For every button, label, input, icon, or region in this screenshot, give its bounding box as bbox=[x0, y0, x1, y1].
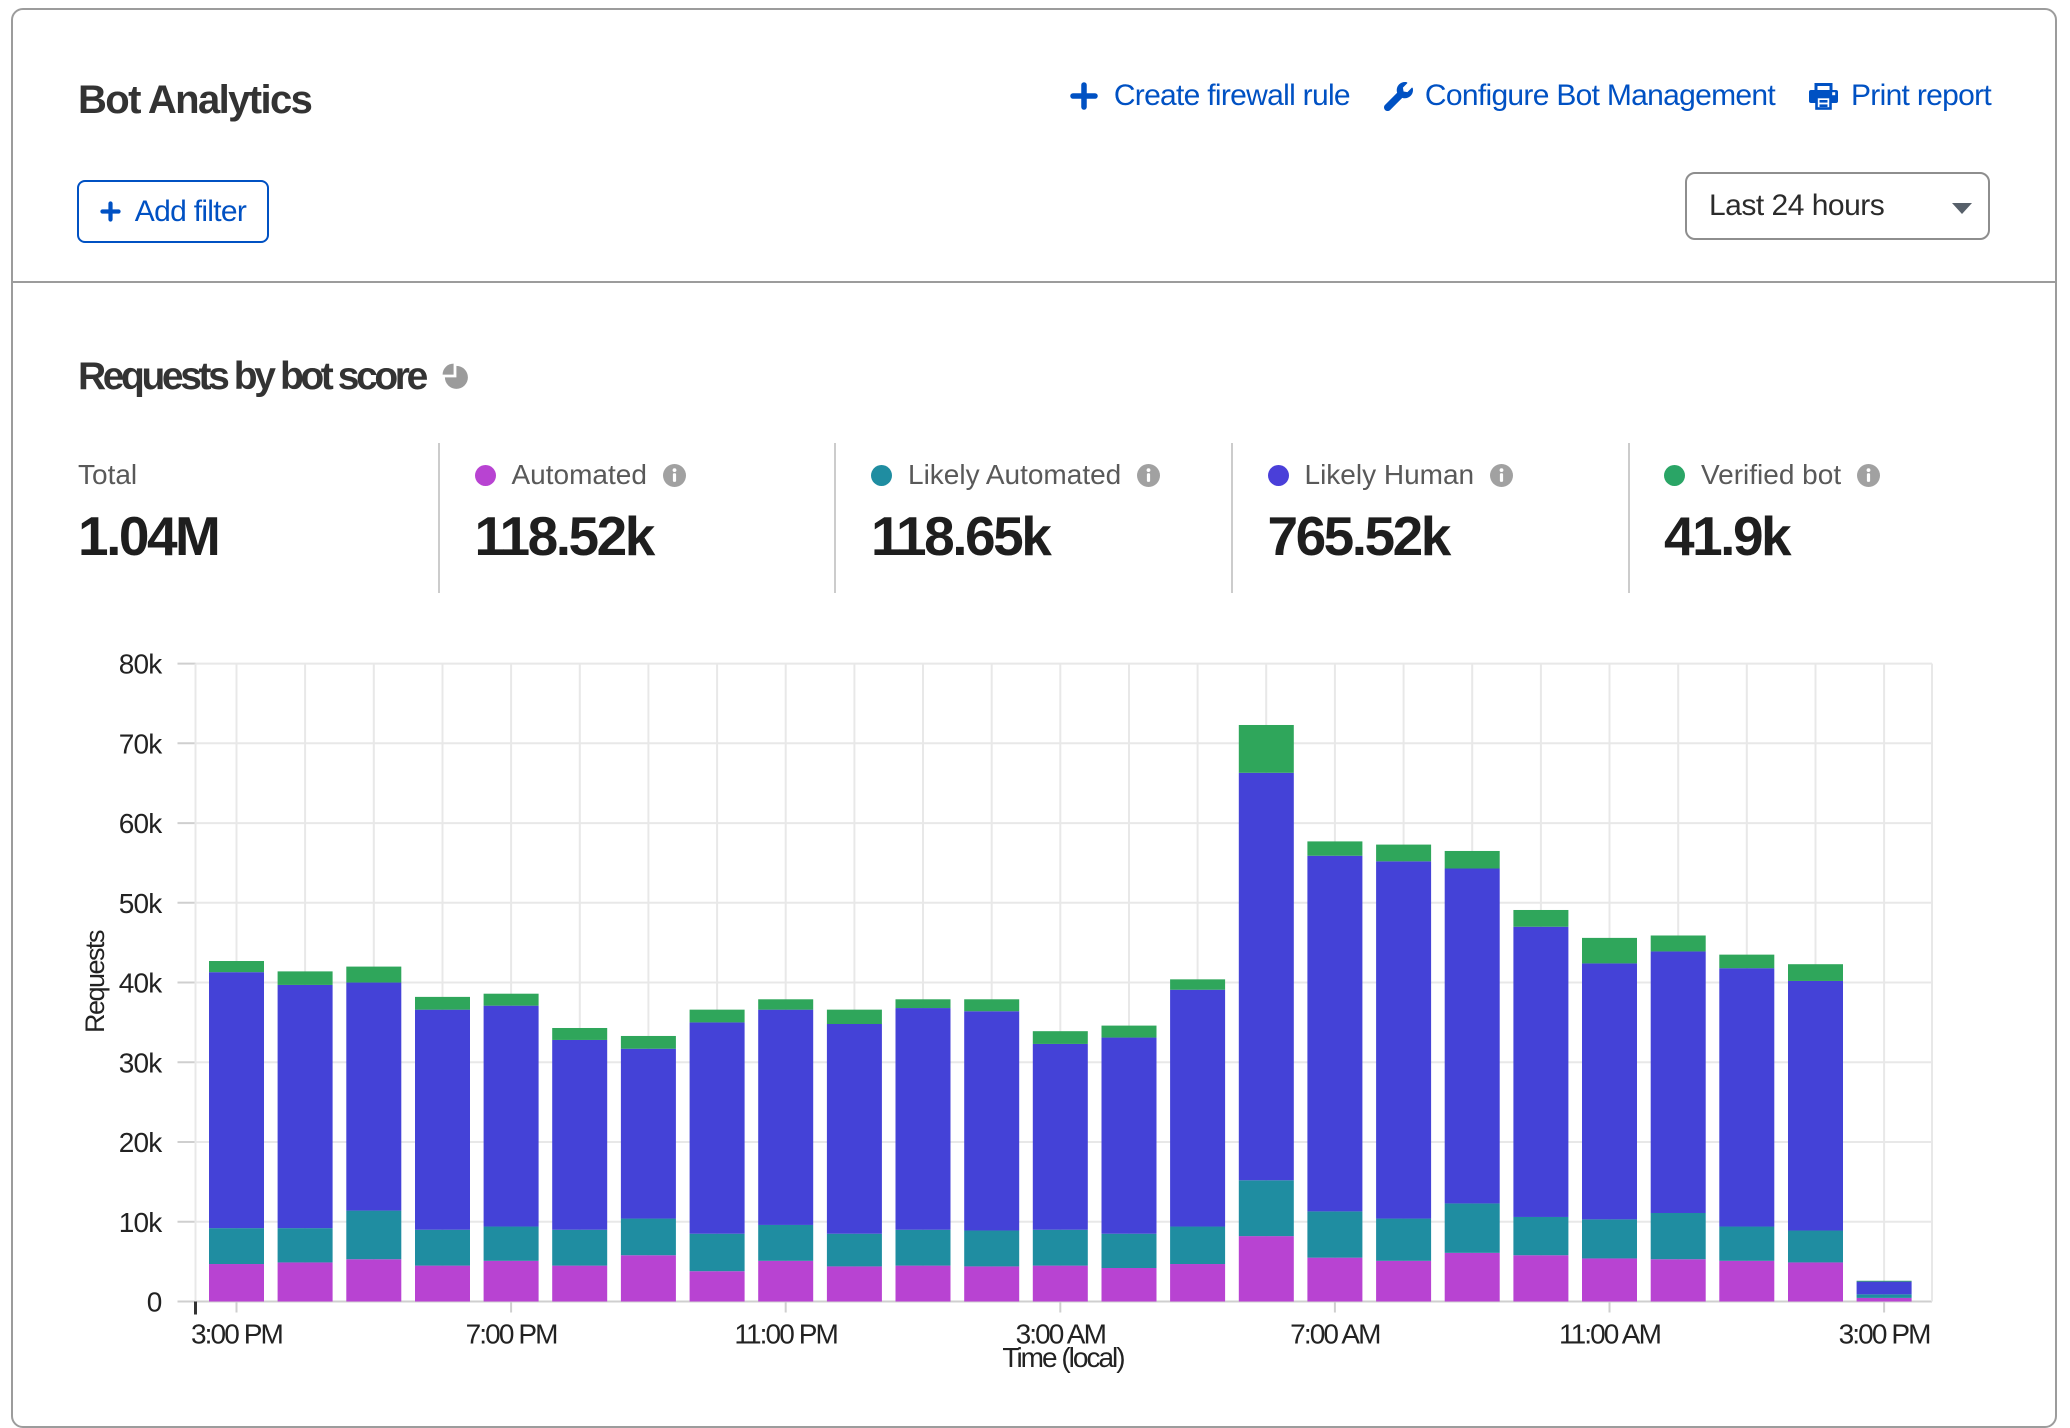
svg-text:11:00 PM: 11:00 PM bbox=[734, 1319, 837, 1350]
svg-text:7:00 PM: 7:00 PM bbox=[466, 1319, 558, 1350]
svg-text:3:00 PM: 3:00 PM bbox=[191, 1319, 283, 1350]
svg-text:60k: 60k bbox=[119, 808, 164, 839]
svg-text:3:00 PM: 3:00 PM bbox=[1839, 1319, 1931, 1350]
svg-text:Time (local): Time (local) bbox=[1002, 1342, 1124, 1373]
svg-text:11:00 AM: 11:00 AM bbox=[1559, 1319, 1661, 1350]
svg-text:7:00 AM: 7:00 AM bbox=[1290, 1319, 1380, 1350]
svg-text:Requests: Requests bbox=[80, 930, 110, 1033]
svg-text:80k: 80k bbox=[119, 649, 164, 680]
svg-text:50k: 50k bbox=[119, 888, 164, 919]
svg-text:30k: 30k bbox=[119, 1047, 164, 1078]
svg-text:10k: 10k bbox=[119, 1207, 164, 1238]
svg-text:20k: 20k bbox=[119, 1127, 164, 1158]
svg-text:0: 0 bbox=[147, 1287, 162, 1318]
svg-text:70k: 70k bbox=[119, 728, 164, 759]
svg-text:40k: 40k bbox=[119, 968, 164, 999]
